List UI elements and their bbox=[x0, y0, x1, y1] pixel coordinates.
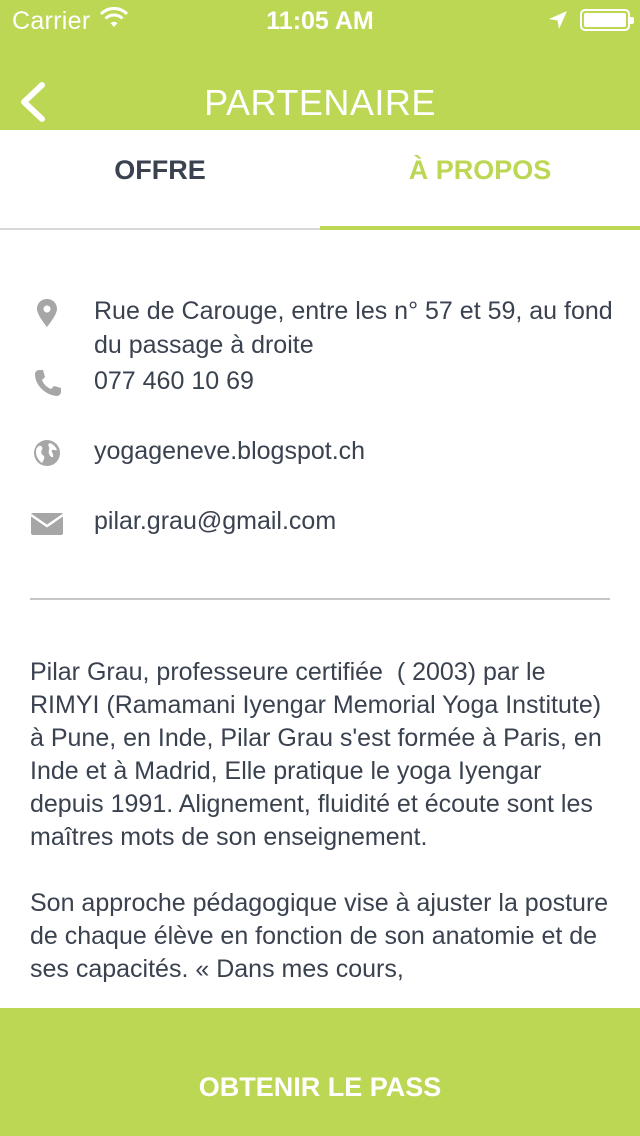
section-divider bbox=[30, 598, 610, 600]
website-link[interactable]: yogageneve.blogspot.ch bbox=[94, 434, 634, 468]
status-time: 11:05 AM bbox=[266, 7, 374, 35]
globe-icon bbox=[34, 440, 60, 466]
phone-text[interactable]: 077 460 10 69 bbox=[94, 364, 634, 398]
phone-icon bbox=[35, 370, 61, 396]
battery-full-icon bbox=[580, 9, 634, 31]
description-paragraph-2: Son approche pédagogique vise à ajuster … bbox=[30, 889, 616, 983]
tab-selection-indicator bbox=[320, 226, 640, 230]
tab-bar: OFFRE À PROPOS bbox=[0, 130, 640, 230]
partner-description: Pilar Grau, professeure certifiée ( 2003… bbox=[30, 656, 620, 1019]
envelope-icon bbox=[30, 513, 64, 535]
map-pin-icon bbox=[37, 299, 57, 327]
navigation-bar: Carrier 11:05 AM PARTENAIRE bbox=[0, 0, 640, 130]
page-title: PARTENAIRE bbox=[204, 82, 436, 123]
location-arrow-icon bbox=[549, 11, 567, 29]
status-bar: Carrier 11:05 AM bbox=[0, 0, 640, 40]
tab-a-propos[interactable]: À PROPOS bbox=[320, 130, 640, 230]
get-pass-button[interactable]: OBTENIR LE PASS bbox=[0, 1008, 640, 1136]
tab-offre[interactable]: OFFRE bbox=[0, 130, 320, 230]
description-paragraph-1: Pilar Grau, professeure certifiée ( 2003… bbox=[30, 658, 609, 851]
address-text: Rue de Carouge, entre les n° 57 et 59, a… bbox=[94, 297, 613, 359]
email-link[interactable]: pilar.grau@gmail.com bbox=[94, 504, 634, 538]
